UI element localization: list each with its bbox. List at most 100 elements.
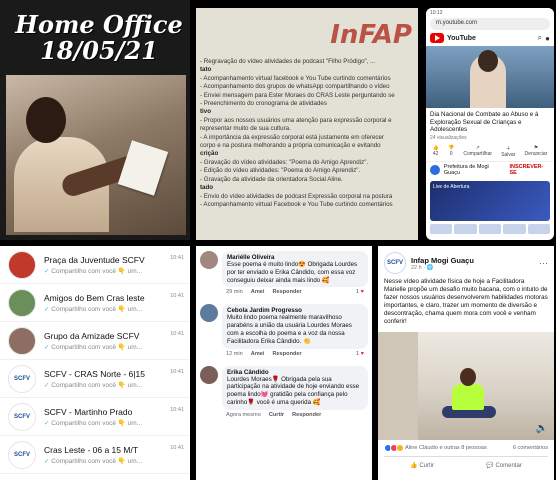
commenter-name[interactable]: Erika Cândido — [227, 369, 363, 376]
report-line: - Enviei mensagem para Ester Moraes do C… — [200, 91, 395, 99]
reaction-count[interactable]: 1 ♥ — [356, 351, 364, 357]
post-text: Nesse vídeo atividade física de hoje a F… — [384, 278, 548, 325]
chat-time: 10:41 — [170, 369, 184, 375]
video-player[interactable] — [426, 46, 554, 108]
chat-time: 10:41 — [170, 331, 184, 337]
comment-reply-button[interactable]: Responder — [292, 412, 321, 418]
report-line: - A importância da expressão corporal es… — [200, 133, 384, 141]
comment-time: 12 min — [226, 350, 243, 357]
group-avatar[interactable]: SCFV — [8, 402, 36, 431]
avatar[interactable] — [200, 304, 218, 323]
report-line: - Propor aos nossos usuários uma atenção… — [200, 116, 392, 124]
channel-name[interactable]: Prefeitura de Mogi Guaçu — [444, 164, 506, 176]
comment-like-button[interactable]: Curtir — [269, 412, 284, 418]
channel-avatar — [430, 164, 440, 175]
comment-button[interactable]: 💬 Comentar — [486, 462, 521, 469]
like-button[interactable]: 👍 Curtir — [410, 462, 434, 469]
page-name[interactable]: Infap Mogi Guaçu — [411, 256, 474, 265]
report-line: - Acompanhamento virtual Facebook e You … — [200, 200, 393, 208]
title-panel: Home Office 18/05/21 — [0, 0, 190, 240]
section-heading: tivo — [200, 108, 212, 116]
group-avatar[interactable] — [8, 326, 36, 355]
search-icon[interactable]: ⌕ — [538, 33, 542, 43]
chat-list-item[interactable]: Amigos do Bem Cras leste ✓ Compartilho co… — [0, 284, 190, 322]
last-message: ✓ Compartilho com você 👇 um... — [44, 457, 143, 465]
report-line: - Preenchimento do cronograma de ativida… — [200, 100, 327, 108]
title-date: 18/05/21 — [40, 36, 158, 65]
subscribe-button[interactable]: INSCREVER-SE — [509, 164, 550, 176]
chat-name: Praça da Juventude SCFV — [44, 254, 145, 265]
status-bar: 10:12 — [426, 8, 554, 18]
group-avatar[interactable]: SCFV — [8, 364, 36, 393]
share-button[interactable]: ↗ Compartilhar — [463, 145, 492, 158]
volume-icon[interactable]: 🔈 — [536, 423, 548, 434]
comment-like-button[interactable]: Amei — [251, 351, 265, 357]
avatar[interactable] — [200, 251, 218, 269]
report-button[interactable]: ⚑ Denunciar — [525, 145, 548, 158]
chat-list-item[interactable]: SCFV SCFV - CRAS Norte - 6|15 ✓ Compartilh… — [0, 360, 190, 398]
chat-time: 10:41 — [170, 255, 184, 261]
chat-list-item[interactable]: Grupo da Amizade SCFV ✓ Compartilho com v… — [0, 322, 190, 360]
last-message: ✓ Compartilho com você 👇 um... — [44, 305, 143, 313]
read-check-icon: ✓ — [44, 381, 50, 389]
read-check-icon: ✓ — [44, 343, 50, 351]
youtube-brand: YouTube — [447, 34, 476, 42]
report-document: InFAP - Regravação do vídeo atividades d… — [196, 8, 418, 240]
group-avatar[interactable]: SCFV — [8, 440, 36, 469]
avatar[interactable] — [200, 365, 218, 384]
comment: Mariélle Oliveira Esse poema é muito lind… — [196, 246, 372, 299]
chat-name: SCFV - Martinho Prado — [44, 406, 133, 417]
more-options-icon[interactable]: ⋯ — [539, 258, 548, 269]
address-bar[interactable]: m.youtube.com — [430, 18, 550, 30]
chat-list-item[interactable]: SCFV SCFV - Martinho Prado ✓ Compartilho c… — [0, 398, 190, 436]
comment-reply-button[interactable]: Responder — [272, 289, 301, 295]
infap-logo: InFAP — [330, 20, 412, 50]
chat-list-item[interactable]: SCFV Cras Leste - 06 a 15 M/T ✓ Compartilh… — [0, 436, 190, 474]
comment: Erika Cândido Lourdes Moraes🌹 Obrigada pe… — [196, 361, 372, 422]
title-text: Home Office 18/05/21 — [14, 12, 184, 64]
report-line: - Acompanhamento virtual facebook e You … — [200, 74, 391, 82]
reaction-count[interactable]: 1 ♥ — [356, 289, 364, 295]
comment: Cebola Jardim Progresso Muito lindo poema… — [196, 299, 372, 360]
chat-name: SCFV - CRAS Norte - 6|15 — [44, 368, 145, 379]
comment-reply-button[interactable]: Responder — [272, 351, 301, 357]
commenter-name[interactable]: Cebola Jardim Progresso — [227, 307, 363, 314]
report-line: - Regravação do vídeo atividades de podc… — [200, 58, 376, 65]
post-stats: Aline Cláudio e outras 8 pessoas 6 comen… — [378, 440, 554, 456]
avatar[interactable]: ● — [545, 34, 550, 43]
title-line1: Home Office — [15, 10, 183, 39]
channel-row[interactable]: Prefeitura de Mogi Guaçu INSCREVER-SE — [426, 160, 554, 178]
post-time: 22 h · 🌐 — [411, 264, 434, 271]
comment-text: Muito lindo poema realmente maravilhoso … — [227, 314, 352, 345]
comment-like-button[interactable]: Amei — [251, 289, 265, 295]
section-heading: tato — [200, 66, 212, 74]
report-line: - Envio do vídeo atividades de podcast E… — [200, 192, 393, 200]
section-heading: tado — [200, 184, 214, 192]
chat-time: 10:41 — [170, 407, 184, 413]
chat-time: 10:41 — [170, 293, 184, 299]
save-button[interactable]: ＋ Salvar — [501, 145, 515, 158]
reaction-count[interactable]: Aline Cláudio e outras 8 pessoas — [405, 445, 487, 451]
video-title[interactable]: Dia Nacional de Combate ao Abuso e à Exp… — [426, 108, 554, 134]
report-line: - Edição do vídeo atividades: "Poema do … — [200, 167, 361, 175]
home-office-photo — [6, 75, 186, 235]
live-poster[interactable]: Live de Abertura — [430, 180, 550, 221]
comment-text: Esse poema é muito lindo😍 Obrigada Lourd… — [227, 261, 358, 284]
youtube-header: YouTube ⌕ ● — [426, 30, 554, 46]
youtube-logo-icon[interactable] — [430, 33, 444, 43]
commenter-name[interactable]: Mariélle Oliveira — [227, 254, 363, 261]
group-avatar[interactable] — [8, 250, 36, 279]
heart-icon: ♥ — [360, 350, 364, 357]
page-avatar[interactable]: SCFV — [384, 252, 406, 274]
last-message: ✓ Compartilho com você 👇 um... — [44, 267, 143, 275]
group-avatar[interactable] — [8, 288, 36, 317]
comment-count[interactable]: 6 comentários — [513, 445, 548, 451]
dislike-button[interactable]: 👎 0 — [448, 145, 454, 158]
report-line: - Acompanhamento dos grupos de whatsApp … — [200, 83, 390, 91]
read-check-icon: ✓ — [44, 267, 50, 275]
reaction-icons[interactable] — [384, 444, 404, 452]
chat-list-item[interactable]: Praça da Juventude SCFV ✓ Compartilho com… — [0, 246, 190, 284]
post-video[interactable]: 🔈 — [378, 332, 554, 440]
facebook-comments: Mariélle Oliveira Esse poema é muito lind… — [196, 246, 372, 480]
like-button[interactable]: 👍 42 — [433, 145, 439, 158]
